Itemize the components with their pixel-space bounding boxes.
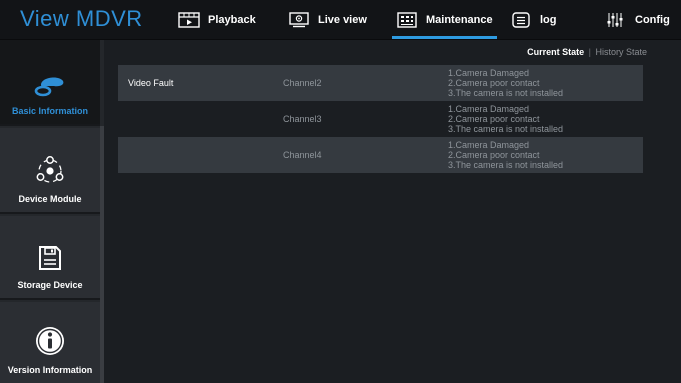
log-icon: [512, 12, 530, 28]
fault-type: Video Fault: [128, 78, 174, 88]
tab-separator: |: [588, 47, 591, 57]
sidebar: Basic Information Device Module Storage …: [0, 40, 104, 383]
table-row: Channel3 1.Camera Damaged 2.Camera poor …: [118, 101, 643, 137]
tab-current-state[interactable]: Current State: [527, 47, 584, 57]
device-module-icon: [36, 156, 64, 183]
maintenance-icon: [397, 12, 417, 28]
fault-detail-line: 1.Camera Damaged: [448, 68, 530, 78]
fault-detail-line: 2.Camera poor contact: [448, 150, 540, 160]
sidebar-label-basic-information: Basic Information: [11, 106, 88, 116]
nav-log[interactable]: log: [510, 0, 557, 40]
info-icon: [36, 327, 64, 355]
sidebar-item-version-information[interactable]: Version Information: [0, 302, 100, 383]
fault-details: 1.Camera Damaged 2.Camera poor contact 3…: [448, 104, 563, 134]
sidebar-item-device-module[interactable]: Device Module: [0, 128, 100, 214]
main-panel: Current State | History State Video Faul…: [104, 40, 681, 383]
fault-detail-line: 1.Camera Damaged: [448, 140, 530, 150]
fault-detail-line: 2.Camera poor contact: [448, 78, 540, 88]
fault-channel: Channel4: [283, 150, 322, 160]
basic-info-icon: [34, 77, 64, 97]
state-tabs: Current State | History State: [527, 47, 647, 57]
top-nav-bar: View MDVR Playback Live view Maintenance…: [0, 0, 681, 40]
nav-live-view[interactable]: Live view: [288, 0, 367, 40]
nav-maintenance-label: Maintenance: [426, 14, 493, 26]
storage-device-icon: [39, 246, 61, 270]
fault-details: 1.Camera Damaged 2.Camera poor contact 3…: [448, 68, 563, 98]
nav-config[interactable]: Config: [605, 0, 670, 40]
nav-config-label: Config: [635, 14, 670, 26]
app-brand: View MDVR: [20, 6, 143, 31]
nav-playback[interactable]: Playback: [178, 0, 256, 40]
sidebar-label-device-module: Device Module: [18, 194, 82, 204]
nav-maintenance[interactable]: Maintenance: [392, 0, 497, 40]
table-row: Channel4 1.Camera Damaged 2.Camera poor …: [118, 137, 643, 173]
nav-live-view-label: Live view: [318, 14, 367, 26]
sidebar-label-storage-device: Storage Device: [17, 280, 83, 290]
config-icon: [607, 13, 623, 27]
sidebar-label-version-information: Version Information: [7, 365, 93, 375]
live-view-icon: [289, 12, 309, 28]
fault-details: 1.Camera Damaged 2.Camera poor contact 3…: [448, 140, 563, 170]
fault-table: Video Fault Channel2 1.Camera Damaged 2.…: [118, 65, 643, 173]
fault-channel: Channel2: [283, 78, 322, 88]
playback-icon: [178, 12, 200, 28]
fault-channel: Channel3: [283, 114, 322, 124]
nav-log-label: log: [540, 14, 557, 26]
fault-detail-line: 3.The camera is not installed: [448, 88, 564, 98]
tab-history-state[interactable]: History State: [595, 47, 647, 57]
nav-playback-label: Playback: [208, 14, 256, 26]
sidebar-item-basic-information[interactable]: Basic Information: [0, 40, 100, 126]
table-row: Video Fault Channel2 1.Camera Damaged 2.…: [118, 65, 643, 101]
fault-detail-line: 1.Camera Damaged: [448, 104, 530, 114]
fault-detail-line: 3.The camera is not installed: [448, 124, 564, 134]
fault-detail-line: 3.The camera is not installed: [448, 160, 564, 170]
sidebar-item-storage-device[interactable]: Storage Device: [0, 216, 100, 300]
fault-detail-line: 2.Camera poor contact: [448, 114, 540, 124]
